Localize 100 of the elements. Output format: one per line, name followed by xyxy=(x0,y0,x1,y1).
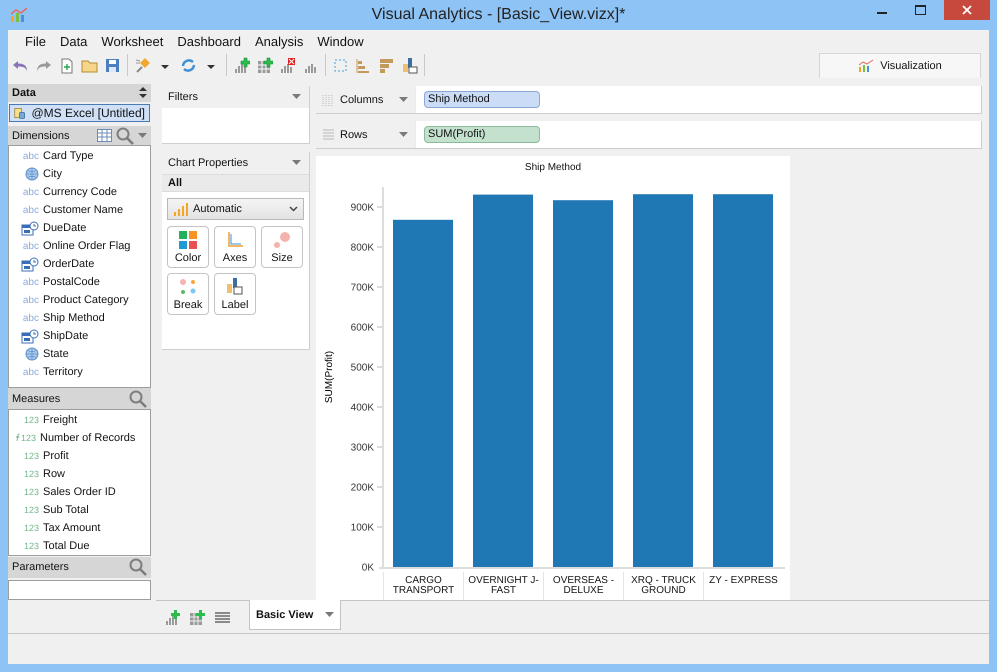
type-label: abc xyxy=(22,150,39,162)
field-item[interactable]: Tax Amount xyxy=(43,522,100,534)
table-icon[interactable] xyxy=(97,129,112,142)
field-item[interactable]: Currency Code xyxy=(43,186,117,198)
type-label: 123 xyxy=(22,522,39,533)
menu-item[interactable]: Window xyxy=(310,34,371,48)
chevron-down-icon[interactable] xyxy=(289,206,298,212)
caret-icon[interactable] xyxy=(399,96,408,102)
field-item[interactable]: Card Type xyxy=(43,150,94,162)
field-item[interactable]: DueDate xyxy=(43,222,86,234)
panel-title: Filters xyxy=(168,91,198,103)
sort-bars-icon[interactable] xyxy=(355,56,372,74)
field-pill[interactable]: SUM(Profit) xyxy=(424,126,540,143)
caret-icon[interactable] xyxy=(138,132,147,139)
property-button[interactable]: Break xyxy=(167,273,209,315)
scope-label: All xyxy=(162,174,309,192)
field-item[interactable]: Ship Method xyxy=(43,312,105,324)
caret-icon[interactable] xyxy=(399,132,408,138)
calendar-clock-icon xyxy=(21,328,39,344)
section-title: Measures xyxy=(12,392,62,405)
close-icon[interactable] xyxy=(962,5,972,15)
formula-icon xyxy=(14,432,21,442)
field-item[interactable]: State xyxy=(43,348,69,360)
field-item[interactable]: Freight xyxy=(43,414,78,426)
field-item[interactable]: Customer Name xyxy=(43,204,124,216)
type-label: 123 xyxy=(22,486,39,497)
search-icon[interactable] xyxy=(129,390,147,408)
visualization-tab[interactable]: Visualization xyxy=(819,52,981,78)
label-chart-icon[interactable] xyxy=(401,56,418,74)
chart-line-icon xyxy=(858,58,874,72)
field-item[interactable]: Sales Order ID xyxy=(43,486,116,498)
add-chart-icon[interactable] xyxy=(164,609,181,626)
field-item[interactable]: Number of Records xyxy=(40,432,136,444)
app-logo-icon xyxy=(10,7,28,23)
selection-icon[interactable] xyxy=(332,56,349,74)
axes-icon xyxy=(226,230,244,248)
property-button[interactable]: Axes xyxy=(214,226,256,268)
property-button[interactable]: Label xyxy=(214,273,256,315)
refresh-icon[interactable] xyxy=(180,56,197,74)
field-item[interactable]: Profit xyxy=(43,450,69,462)
menu-item[interactable]: Analysis xyxy=(248,34,310,48)
category-label: ZY - EXPRESS xyxy=(709,576,778,586)
caret-icon[interactable] xyxy=(292,94,301,100)
list-icon[interactable] xyxy=(214,609,231,626)
type-label: abc xyxy=(22,240,39,252)
property-button[interactable]: Color xyxy=(167,226,209,268)
field-pill[interactable]: Ship Method xyxy=(424,91,540,108)
menu-item[interactable]: Worksheet xyxy=(94,34,170,48)
type-label: 123 xyxy=(22,468,39,479)
type-label: abc xyxy=(22,186,39,198)
caret-icon[interactable] xyxy=(292,160,301,166)
field-item[interactable]: City xyxy=(43,168,62,180)
field-item[interactable]: Online Order Flag xyxy=(43,240,130,252)
plug-icon[interactable] xyxy=(134,56,151,74)
field-item[interactable]: Territory xyxy=(43,366,83,378)
category-label: XRQ - TRUCK GROUND xyxy=(630,576,697,596)
sheet-tab[interactable]: Basic View xyxy=(249,600,342,630)
field-item[interactable]: Row xyxy=(43,468,66,480)
color-squares-icon xyxy=(179,230,197,248)
mark-type-dropdown[interactable]: Automatic xyxy=(167,198,304,220)
panel-title: Chart Properties xyxy=(168,157,248,169)
save-icon[interactable] xyxy=(104,56,121,74)
menu-item[interactable]: Dashboard xyxy=(170,34,248,48)
field-item[interactable]: ShipDate xyxy=(43,330,88,342)
horizontal-bars-icon[interactable] xyxy=(378,56,395,74)
data-source-item[interactable]: @MS Excel [Untitled] xyxy=(9,104,150,122)
bar-chart-icon xyxy=(173,202,188,216)
globe-icon xyxy=(25,347,39,362)
field-item[interactable]: Sub Total xyxy=(43,504,89,516)
menu-item[interactable]: Data xyxy=(52,34,94,48)
add-grid-icon[interactable] xyxy=(256,56,273,74)
shelf-label: Rows xyxy=(340,128,369,140)
tick-label: 300K xyxy=(350,442,374,454)
field-item[interactable]: Product Category xyxy=(43,294,129,306)
excel-source-icon xyxy=(14,106,26,121)
type-label: abc xyxy=(22,294,39,306)
shelf-label: Columns xyxy=(340,94,384,106)
close-button[interactable] xyxy=(944,0,990,20)
field-item[interactable]: OrderDate xyxy=(43,258,94,270)
rows-grip-icon xyxy=(322,128,334,140)
caret-icon[interactable] xyxy=(325,612,334,618)
parameters-field[interactable] xyxy=(8,580,151,600)
maximize-icon[interactable] xyxy=(914,5,926,15)
tick-label: 800K xyxy=(350,242,374,254)
type-label: abc xyxy=(22,366,39,378)
search-icon[interactable] xyxy=(129,558,147,576)
search-icon[interactable] xyxy=(116,126,134,145)
field-item[interactable]: PostalCode xyxy=(43,276,100,288)
remove-chart-icon[interactable] xyxy=(279,56,296,74)
property-button[interactable]: Size xyxy=(261,226,303,268)
tick-label: 900K xyxy=(350,202,374,214)
calendar-clock-icon xyxy=(21,256,39,272)
sort-arrows-icon[interactable] xyxy=(139,87,147,98)
size-circles-icon xyxy=(273,230,291,248)
add-dashboard-icon[interactable] xyxy=(189,609,206,626)
tick-label: 200K xyxy=(350,482,374,494)
add-chart-icon[interactable] xyxy=(233,56,250,74)
type-label: 123 xyxy=(22,504,39,515)
menu-item[interactable]: File xyxy=(18,34,53,48)
field-item[interactable]: Total Due xyxy=(43,540,90,552)
